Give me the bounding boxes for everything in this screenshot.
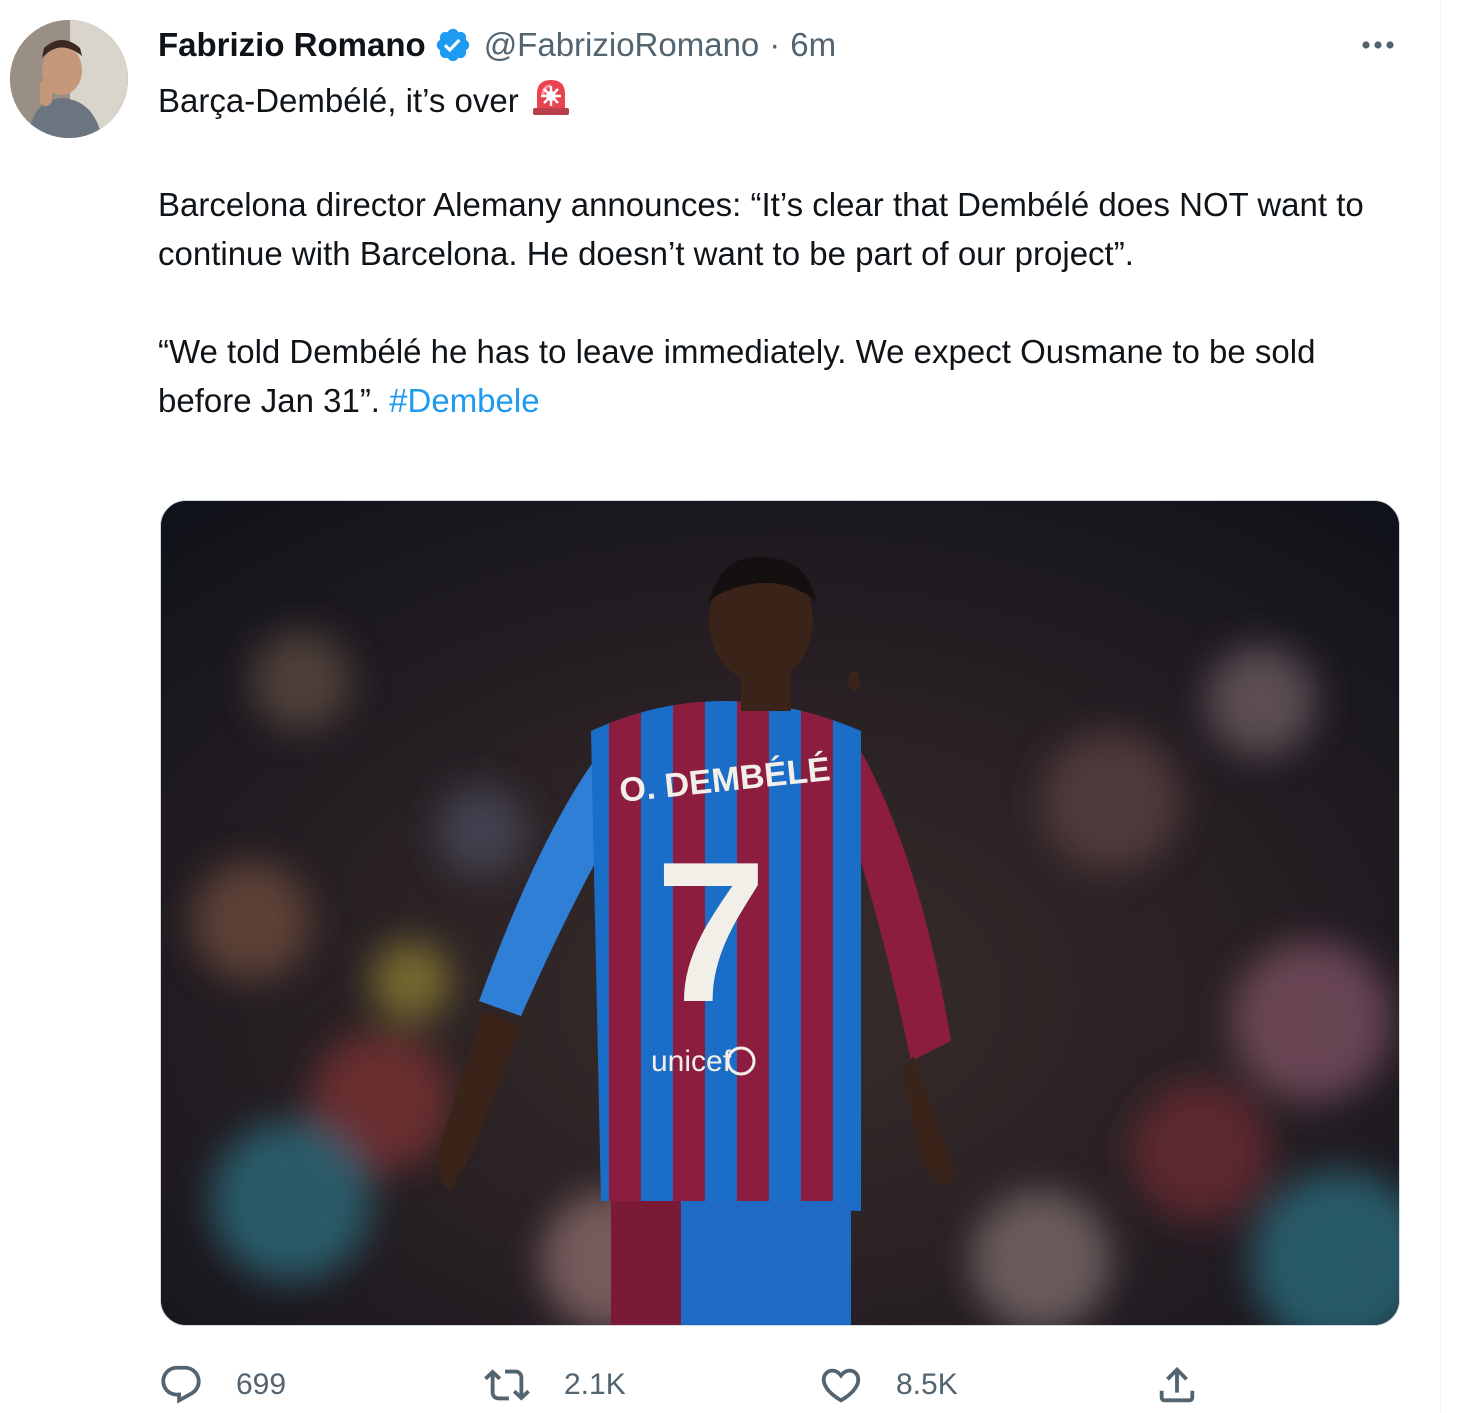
tweet-timestamp[interactable]: 6m xyxy=(790,26,836,64)
share-button[interactable] xyxy=(1154,1358,1200,1412)
jersey-sponsor: unicef xyxy=(651,1045,732,1078)
column-border xyxy=(1440,0,1441,1413)
tweet-paragraph-2: Barcelona director Alemany announces: “I… xyxy=(158,186,1364,272)
tweet-line-1-text: Barça-Dembélé, it’s over xyxy=(158,82,519,119)
tweet-line-1: Barça-Dembélé, it’s over xyxy=(158,74,1408,131)
reply-button[interactable]: 699 xyxy=(158,1358,286,1412)
tweet-header: Fabrizio Romano @FabrizioRomano · 6m xyxy=(158,22,836,68)
tweet-actions: 699 2.1K 8.5K xyxy=(158,1358,1258,1412)
share-icon xyxy=(1159,1366,1195,1403)
like-count: 8.5K xyxy=(896,1368,958,1401)
reply-count: 699 xyxy=(236,1368,287,1401)
reply-icon xyxy=(161,1365,201,1404)
retweet-icon xyxy=(484,1369,530,1401)
jersey-number: 7 xyxy=(655,821,766,1044)
separator-dot: · xyxy=(769,26,781,63)
police-siren-icon xyxy=(529,74,573,131)
like-button[interactable]: 8.5K xyxy=(818,1358,958,1412)
tweet-paragraph-3-text: “We told Dembélé he has to leave immedia… xyxy=(158,333,1316,419)
retweet-count: 2.1K xyxy=(564,1368,626,1401)
verified-badge-icon xyxy=(434,26,472,64)
tweet-text: Barça-Dembélé, it’s over Barcelona direc… xyxy=(158,74,1408,425)
tweet-paragraph-3: “We told Dembélé he has to leave immedia… xyxy=(158,327,1408,425)
tweet-image[interactable]: O. DEMBÉLÉ 7 unicef xyxy=(160,500,1400,1326)
author-handle[interactable]: @FabrizioRomano xyxy=(484,26,760,64)
heart-icon xyxy=(821,1368,861,1403)
author-avatar[interactable] xyxy=(10,20,128,138)
retweet-button[interactable]: 2.1K xyxy=(482,1358,626,1412)
more-options-icon[interactable] xyxy=(1352,30,1404,60)
author-name[interactable]: Fabrizio Romano xyxy=(158,26,426,64)
hashtag-link[interactable]: #Dembele xyxy=(389,382,539,419)
